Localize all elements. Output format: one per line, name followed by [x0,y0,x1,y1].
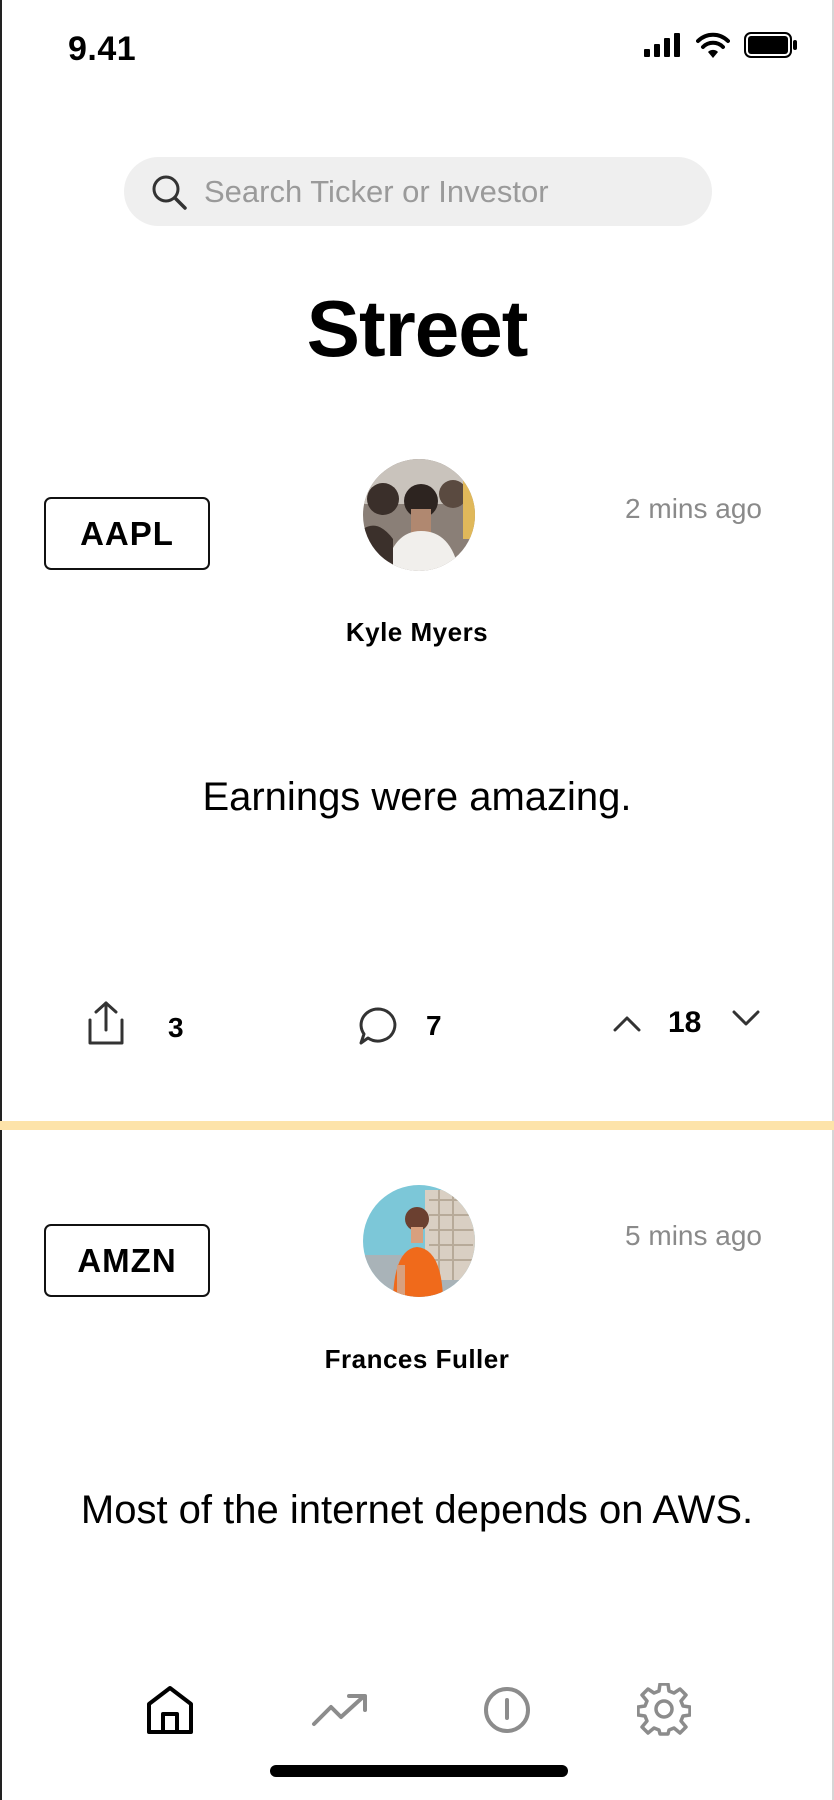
comment-button[interactable]: 7 [358,1006,442,1046]
downvote-icon[interactable] [731,1009,761,1029]
tab-bar [0,1680,834,1760]
author-name[interactable]: Frances Fuller [0,1344,834,1375]
wifi-icon [696,32,730,58]
post-timestamp: 2 mins ago [625,493,762,524]
author-name[interactable]: Kyle Myers [0,617,834,648]
post-text: Earnings were amazing. [202,775,632,819]
vote-count: 18 [668,1006,702,1039]
post-divider [0,1121,834,1130]
post-actions: 3 7 18 [0,1000,834,1060]
tab-home[interactable] [140,1680,200,1740]
status-bar: 9.41 [0,0,834,100]
upvote-icon[interactable] [612,1013,642,1033]
tab-settings[interactable] [634,1680,694,1740]
info-icon [484,1687,530,1733]
home-icon [147,1686,193,1734]
share-button[interactable]: 3 [86,1000,184,1046]
avatar[interactable] [363,459,475,571]
trending-icon [312,1694,367,1726]
avatar-photo [363,1185,475,1297]
search-icon [152,175,187,210]
ticker-badge[interactable]: AMZN [44,1224,210,1297]
share-count: 3 [168,1012,184,1043]
signal-icon [644,33,680,57]
tab-info[interactable] [477,1680,537,1740]
page-title: Street [306,284,529,373]
search-placeholder: Search Ticker or Investor [204,173,549,209]
gear-icon [637,1683,691,1736]
share-icon [88,1001,124,1045]
status-time: 9.41 [68,30,137,68]
avatar[interactable] [363,1185,475,1297]
status-icons [644,32,798,58]
ticker-badge[interactable]: AAPL [44,497,210,570]
vote-control: 18 [612,1006,761,1040]
comment-icon [359,1007,397,1045]
post-text: Most of the internet depends on AWS. [80,1488,754,1532]
post-timestamp: 5 mins ago [625,1220,762,1251]
battery-icon [744,32,797,58]
avatar-photo [363,459,475,571]
home-indicator [270,1765,568,1777]
search-input[interactable]: Search Ticker or Investor [124,157,712,226]
comment-count: 7 [426,1010,442,1041]
tab-trending[interactable] [310,1680,370,1740]
